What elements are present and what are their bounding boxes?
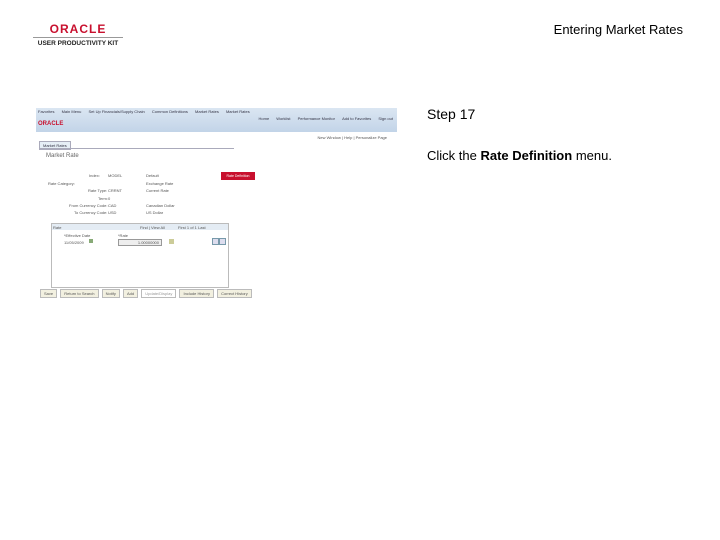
to-currency-value: USD (108, 210, 117, 215)
instruction-text-end: menu. (572, 148, 612, 163)
breadcrumb-item[interactable]: Main Menu (62, 109, 82, 114)
grid-title: Rate (53, 225, 62, 230)
term-value: 0 (108, 196, 111, 201)
breadcrumb-item[interactable]: Common Definitions (152, 109, 188, 114)
home-link[interactable]: Home (259, 116, 270, 121)
update-display-button[interactable]: Update/Display (141, 289, 177, 298)
grid-header: Rate Find | View All First 1 of 1 Last (52, 224, 228, 230)
breadcrumb-item[interactable]: Market Rates (226, 109, 250, 114)
app-screenshot: Favorites Main Menu Set Up Financials/Su… (36, 108, 397, 298)
step-instruction: Click the Rate Definition menu. (427, 148, 612, 163)
sign-out-link[interactable]: Sign out (378, 116, 393, 121)
from-currency-label: From Currency Code: (69, 203, 108, 208)
calendar-icon[interactable] (89, 239, 93, 243)
grid-find-link[interactable]: Find | View All (140, 225, 165, 230)
app-header: Favorites Main Menu Set Up Financials/Su… (36, 108, 397, 132)
to-currency-desc: US Dollar (146, 210, 164, 215)
add-row-icon[interactable] (212, 238, 219, 245)
breadcrumb-item[interactable]: Set Up Financials/Supply Chain (89, 109, 145, 114)
logo-upk: USER PRODUCTIVITY KIT (37, 40, 119, 47)
page-links[interactable]: New Window | Help | Personalize Page (318, 135, 387, 140)
instruction-text: Click the (427, 148, 481, 163)
performance-monitor-link[interactable]: Performance Monitor (298, 116, 335, 121)
rate-input[interactable]: 1.00000000 (118, 239, 162, 246)
rate-category-value: Exchange Rate (146, 181, 174, 186)
rate-definition-button[interactable]: Rate Definition (221, 172, 255, 180)
index-value: MODEL (108, 173, 123, 178)
include-history-button[interactable]: Include History (179, 289, 214, 298)
add-to-favorites-link[interactable]: Add to Favorites (342, 116, 371, 121)
app-logo: ORACLE (38, 121, 64, 127)
top-links: Home Worklist Performance Monitor Add to… (253, 116, 394, 121)
worklist-link[interactable]: Worklist (276, 116, 290, 121)
from-currency-value: CAD (108, 203, 117, 208)
correct-history-button[interactable]: Correct History (217, 289, 252, 298)
to-currency-label: To Currency Code: (74, 210, 108, 215)
form-title: Market Rate (46, 153, 79, 159)
notify-button[interactable]: Notify (101, 289, 120, 298)
calculator-icon[interactable] (169, 239, 174, 244)
rate-grid: Rate Find | View All First 1 of 1 Last *… (51, 223, 229, 288)
rate-category-label: Rate Category: (48, 181, 75, 186)
page-title: Entering Market Rates (553, 22, 683, 37)
rate-value: 1.00000000 (137, 240, 159, 245)
rate-type-value: CRRNT (108, 188, 122, 193)
breadcrumb-item[interactable]: Favorites (38, 109, 54, 114)
breadcrumb: Favorites Main Menu Set Up Financials/Su… (38, 109, 256, 114)
from-currency-desc: Canadian Dollar (146, 203, 175, 208)
return-to-search-button[interactable]: Return to Search (60, 289, 99, 298)
tab-divider (39, 148, 234, 149)
step-label: Step 17 (427, 106, 476, 122)
index-label: Index: (89, 173, 100, 178)
oracle-upk-logo: ORACLE USER PRODUCTIVITY KIT (33, 22, 123, 47)
button-bar: Save Return to Search Notify Add Update/… (40, 289, 254, 298)
add-button[interactable]: Add (122, 289, 139, 298)
rate-type-label: Rate Type: (88, 188, 108, 193)
grid-nav[interactable]: First 1 of 1 Last (178, 225, 206, 230)
logo-oracle: ORACLE (33, 22, 123, 38)
term-label: Term: (98, 196, 108, 201)
effective-date-input[interactable]: 11/05/2009 (64, 240, 84, 245)
breadcrumb-item[interactable]: Market Rates (195, 109, 219, 114)
save-button[interactable]: Save (40, 289, 58, 298)
index-desc: Default (146, 173, 159, 178)
rate-type-desc: Current Rate (146, 188, 169, 193)
col-effective-date: *Effective Date (64, 233, 91, 238)
instruction-target: Rate Definition (480, 148, 573, 163)
col-rate: *Rate (118, 233, 129, 238)
delete-row-icon[interactable] (219, 238, 226, 245)
